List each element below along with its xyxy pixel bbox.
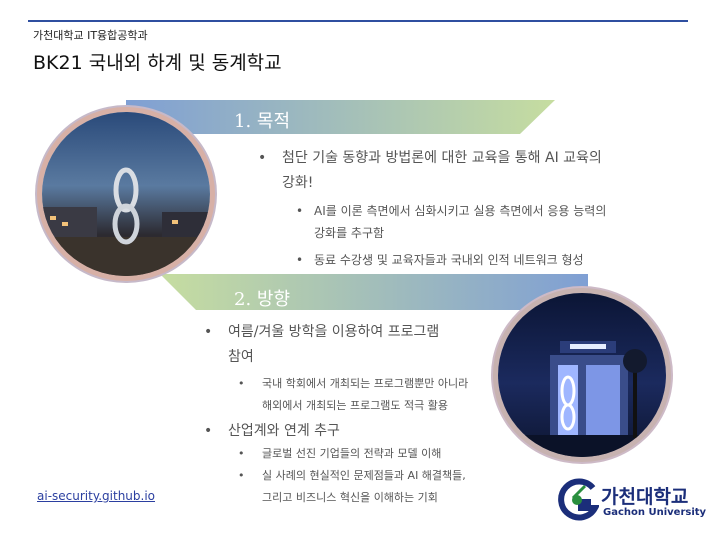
bullet-dot: • [238, 469, 245, 482]
purpose-bullet: • 첨단 기술 동향과 방법론에 대한 교육을 통해 AI 교육의 강화! [258, 146, 678, 196]
bullet-text-line: 해외에서 개최되는 프로그램도 적극 활용 [262, 399, 449, 412]
bullet-dot: • [204, 423, 213, 439]
bullet-text-line: 실 사례의 현실적인 문제점들과 AI 해결책들, [262, 469, 466, 482]
band-purpose [126, 100, 555, 134]
bullet-text-line: AI를 이론 측면에서 심화시키고 실용 측면에서 응용 능력의 [314, 204, 607, 218]
section-label-purpose: 1. 목적 [234, 111, 291, 132]
bullet-dot: • [296, 253, 304, 267]
bullet-text-line: 그리고 비즈니스 혁신을 이해하는 기회 [262, 491, 438, 504]
bullet-dot: • [238, 377, 245, 390]
gachon-emblem-icon [558, 478, 599, 521]
bullet-dot: • [296, 204, 304, 218]
logo-english-text: Gachon University [603, 507, 707, 518]
bullet-text-line: 동료 수강생 및 교육자들과 국내외 인적 네트워크 형성 [314, 253, 584, 267]
logo-korean-text: 가천대학교 [601, 486, 689, 508]
bullet-dot: • [204, 324, 213, 340]
bullet-dot: • [238, 447, 245, 460]
purpose-sub-bullet: • AI를 이론 측면에서 심화시키고 실용 측면에서 응용 능력의 강화를 추… [296, 200, 676, 244]
purpose-sub-bullet: • 동료 수강생 및 교육자들과 국내외 인적 네트워크 형성 [296, 249, 676, 271]
bullet-text-line: 강화를 추구함 [314, 226, 385, 240]
bullet-text-line: 첨단 기술 동향과 방법론에 대한 교육을 통해 AI 교육의 [282, 150, 602, 166]
footer-link[interactable]: ai-security.github.io [37, 489, 155, 503]
band-direction [160, 274, 588, 310]
section-label-direction: 2. 방향 [234, 289, 291, 310]
bullet-text-line: 국내 학회에서 개최되는 프로그램뿐만 아니라 [262, 377, 469, 390]
campus-building-photo [498, 293, 666, 457]
bullet-text-line: 글로벌 선진 기업들의 전략과 모델 이해 [262, 447, 442, 460]
direction-sub-bullet: • 글로벌 선진 기업들의 전략과 모델 이해 [238, 443, 508, 465]
bullet-text-line: 여름/겨울 방학을 이용하여 프로그램 [228, 324, 440, 340]
bullet-dot: • [258, 150, 267, 166]
sculpture-photo [42, 112, 210, 276]
bullet-text-line: 산업계와 연계 추구 [228, 423, 340, 439]
direction-bullet: • 산업계와 연계 추구 [204, 419, 504, 444]
direction-bullet: • 여름/겨울 방학을 이용하여 프로그램 참여 [204, 320, 504, 370]
direction-sub-bullet: • 실 사례의 현실적인 문제점들과 AI 해결책들, 그리고 비즈니스 혁신을… [238, 465, 508, 509]
bullet-text-line: 강화! [282, 175, 314, 191]
direction-sub-bullet: • 국내 학회에서 개최되는 프로그램뿐만 아니라 해외에서 개최되는 프로그램… [238, 373, 508, 417]
university-logo: 가천대학교 Gachon University [555, 478, 706, 523]
bullet-text-line: 참여 [228, 349, 254, 365]
